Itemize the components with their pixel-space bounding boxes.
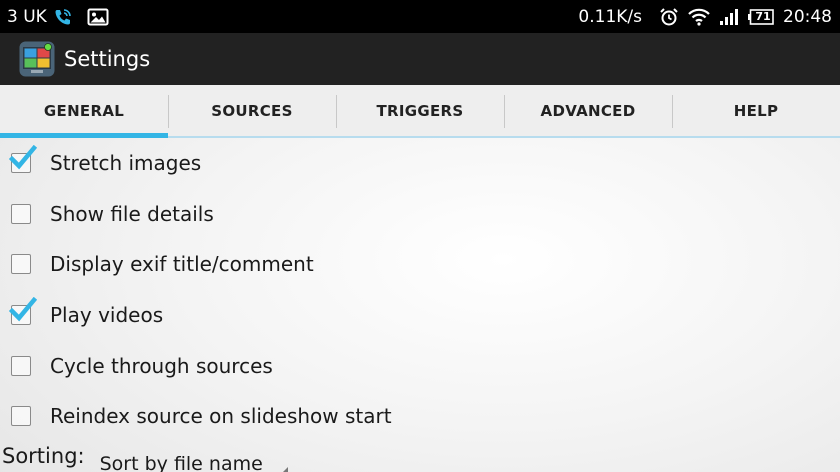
tab-label: HELP: [733, 101, 779, 120]
tab-sources[interactable]: SOURCES: [168, 85, 336, 136]
sort-order-dropdown[interactable]: Sort by file name: [100, 453, 288, 472]
setting-label: Play videos: [50, 303, 164, 328]
phone-call-icon: [54, 8, 72, 26]
show-file-details-checkbox[interactable]: [11, 203, 31, 224]
sorting-row: Sorting: Sort by file name: [0, 440, 840, 472]
tab-label: TRIGGERS: [376, 101, 464, 120]
cycle-sources-checkbox[interactable]: [11, 355, 31, 376]
setting-stretch-images[interactable]: Stretch images: [0, 138, 840, 189]
clock: 20:48: [783, 6, 832, 27]
dropdown-caret-icon: [280, 467, 288, 472]
play-videos-checkbox[interactable]: [9, 297, 37, 326]
slideshow-app-icon[interactable]: [19, 41, 55, 77]
setting-label: Stretch images: [50, 151, 202, 176]
tab-general[interactable]: GENERAL: [0, 85, 168, 138]
screen: 3 UK 0.11K/s 71 20:48 Settings GENERAL S…: [0, 0, 840, 472]
sort-order-value: Sort by file name: [99, 453, 263, 472]
setting-label: Cycle through sources: [50, 353, 273, 378]
stretch-images-checkbox[interactable]: [9, 145, 37, 174]
tab-bar: GENERAL SOURCES TRIGGERS ADVANCED HELP: [0, 85, 840, 138]
battery-icon: 71: [748, 8, 774, 25]
status-bar: 3 UK 0.11K/s 71 20:48: [0, 0, 840, 33]
checkmark-icon: [9, 297, 37, 322]
image-notification-icon: [79, 8, 109, 26]
setting-show-file-details[interactable]: Show file details: [0, 189, 840, 240]
tab-triggers[interactable]: TRIGGERS: [336, 85, 504, 136]
setting-reindex-source[interactable]: Reindex source on slideshow start: [0, 391, 840, 442]
data-speed: 0.11K/s: [578, 6, 642, 27]
setting-play-videos[interactable]: Play videos: [0, 290, 840, 341]
checkmark-icon: [9, 145, 37, 170]
status-left: 3 UK: [0, 7, 109, 27]
carrier-name: 3 UK: [7, 6, 47, 27]
tab-label: SOURCES: [211, 101, 293, 120]
setting-label: Display exif title/comment: [50, 252, 314, 277]
battery-level: 71: [755, 9, 771, 23]
sorting-label: Sorting:: [2, 444, 85, 468]
setting-cycle-sources[interactable]: Cycle through sources: [0, 340, 840, 391]
tab-advanced[interactable]: ADVANCED: [504, 85, 672, 136]
page-title: Settings: [64, 47, 151, 71]
setting-label: Reindex source on slideshow start: [50, 404, 392, 429]
display-exif-checkbox[interactable]: [11, 254, 31, 275]
alarm-clock-icon: [651, 7, 679, 27]
settings-list: Stretch images Show file details Display…: [0, 138, 840, 442]
signal-bars-icon: [719, 8, 739, 26]
wifi-icon: [688, 8, 710, 26]
tab-label: GENERAL: [43, 101, 125, 120]
status-right: 0.11K/s 71 20:48: [578, 7, 840, 27]
reindex-source-checkbox[interactable]: [11, 406, 31, 427]
action-bar: Settings: [0, 33, 840, 85]
setting-label: Show file details: [50, 201, 214, 226]
tab-help[interactable]: HELP: [672, 85, 840, 136]
setting-display-exif[interactable]: Display exif title/comment: [0, 239, 840, 290]
tab-label: ADVANCED: [540, 101, 636, 120]
